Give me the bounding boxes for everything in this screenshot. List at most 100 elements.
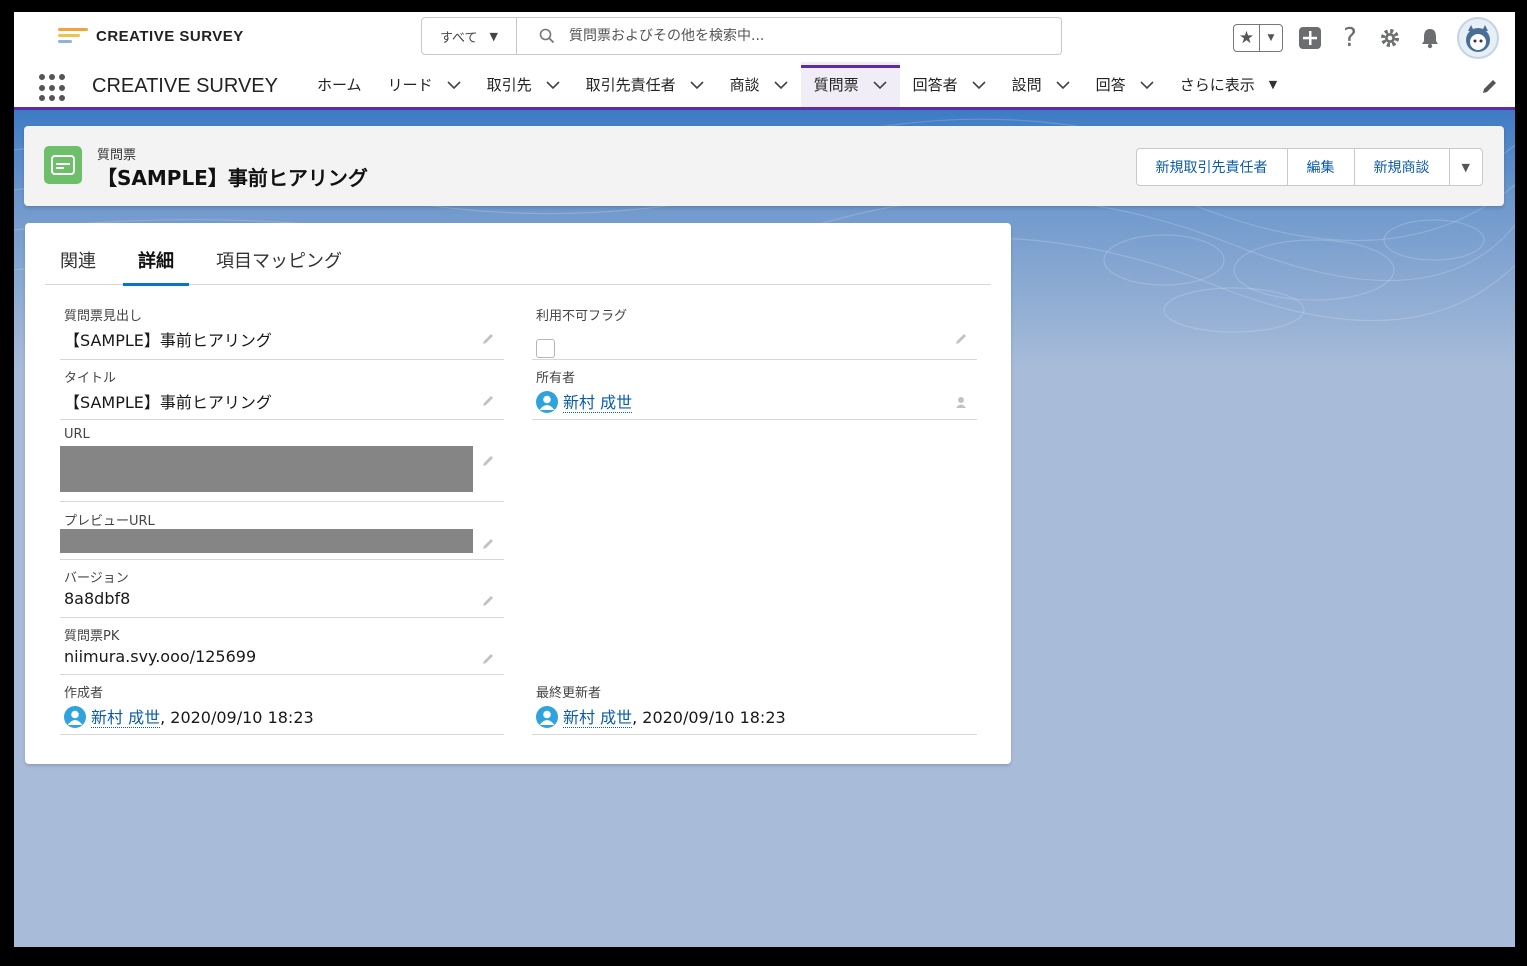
- pencil-icon[interactable]: [482, 651, 496, 665]
- field-value: niimura.svy.ooo/125699: [64, 647, 257, 666]
- chevron-down-icon[interactable]: [1140, 80, 1154, 90]
- nav-item-questions[interactable]: 設問: [999, 62, 1083, 107]
- unavailable-flag-checkbox[interactable]: [536, 339, 555, 358]
- help-icon[interactable]: ?: [1337, 23, 1363, 53]
- gear-icon[interactable]: [1377, 25, 1403, 51]
- logo-mark-icon: [58, 27, 88, 45]
- nav-more[interactable]: さらに表示 ▼: [1167, 62, 1290, 107]
- notification-bell-icon[interactable]: [1417, 25, 1443, 51]
- chevron-down-icon[interactable]: [774, 80, 788, 90]
- field-value: 新村 成世, 2020/09/10 18:23: [536, 704, 786, 728]
- field-value: 【SAMPLE】事前ヒアリング: [64, 331, 272, 350]
- nav-item-contacts[interactable]: 取引先責任者: [573, 62, 717, 107]
- global-header: CREATIVE SURVEY すべて ▼ ★ ▼ ?: [14, 12, 1515, 62]
- global-search: すべて ▼: [421, 17, 1062, 55]
- pencil-icon[interactable]: [482, 393, 496, 407]
- chevron-down-icon[interactable]: [1056, 80, 1070, 90]
- change-owner-icon[interactable]: [955, 395, 969, 409]
- app-name: CREATIVE SURVEY: [92, 75, 278, 97]
- nav-item-label: 質問票: [813, 76, 859, 94]
- field-label: 質問票PK: [64, 629, 120, 644]
- field-label: プレビューURL: [64, 514, 155, 529]
- search-scope-select[interactable]: すべて ▼: [422, 18, 517, 54]
- field-label: 作成者: [64, 686, 104, 701]
- nav-item-opportunities[interactable]: 商談: [717, 62, 801, 107]
- chevron-down-icon[interactable]: [447, 80, 461, 90]
- field-label: 所有者: [536, 371, 576, 386]
- caret-down-icon: ▼: [1268, 78, 1278, 91]
- user-avatar[interactable]: [1457, 17, 1499, 59]
- field-value: 新村 成世: [536, 389, 633, 413]
- app-navigation-bar: CREATIVE SURVEY ホーム リード 取引先 取引先責任者 商談 質問票 回答者 設…: [14, 62, 1515, 110]
- user-icon: [64, 706, 86, 728]
- field-value: 8a8dbf8: [64, 589, 131, 608]
- nav-item-accounts[interactable]: 取引先: [474, 62, 573, 107]
- pencil-icon[interactable]: [482, 331, 496, 345]
- nav-item-leads[interactable]: リード: [375, 62, 474, 107]
- field-value: 【SAMPLE】事前ヒアリング: [64, 393, 272, 412]
- record-detail-card: 関連 詳細 項目マッピング 質問票見出し 【SAMPLE】事前ヒアリング タイト…: [25, 223, 1011, 764]
- user-icon: [536, 391, 558, 413]
- chevron-down-icon[interactable]: [972, 80, 986, 90]
- search-scope-label: すべて: [439, 30, 478, 46]
- owner-user-link[interactable]: 新村 成世: [563, 393, 633, 413]
- field-label: バージョン: [64, 571, 129, 586]
- logo-text: CREATIVE SURVEY: [96, 27, 244, 45]
- created-by-user-link[interactable]: 新村 成世: [91, 708, 161, 728]
- field-survey-heading: 質問票見出し 【SAMPLE】事前ヒアリング: [60, 301, 504, 360]
- tab-details[interactable]: 詳細: [123, 223, 189, 286]
- field-label: タイトル: [64, 371, 117, 386]
- chevron-down-icon[interactable]: [546, 80, 560, 90]
- tab-related[interactable]: 関連: [45, 223, 111, 285]
- record-tabs: 関連 詳細 項目マッピング: [45, 223, 991, 286]
- edit-nav-pencil-icon[interactable]: [1481, 77, 1499, 95]
- field-last-modified-by: 最終更新者 新村 成世, 2020/09/10 18:23: [532, 678, 977, 735]
- chevron-down-icon[interactable]: [690, 80, 704, 90]
- new-opportunity-button[interactable]: 新規商談: [1354, 149, 1450, 185]
- nav-item-label: 回答: [1095, 76, 1126, 94]
- field-created-by: 作成者 新村 成世, 2020/09/10 18:23: [60, 678, 504, 735]
- app-launcher-icon[interactable]: [39, 74, 67, 102]
- star-icon: ★: [1234, 25, 1260, 51]
- pencil-icon[interactable]: [482, 593, 496, 607]
- record-header: 質問票 【SAMPLE】事前ヒアリング 新規取引先責任者 編集 新規商談 ▼: [24, 126, 1504, 206]
- new-contact-button[interactable]: 新規取引先責任者: [1136, 149, 1288, 185]
- record-title: 【SAMPLE】事前ヒアリング: [97, 166, 368, 190]
- nav-item-answers[interactable]: 回答: [1083, 62, 1167, 107]
- field-title: タイトル 【SAMPLE】事前ヒアリング: [60, 363, 504, 420]
- more-actions-dropdown-icon[interactable]: ▼: [1449, 149, 1482, 185]
- search-input[interactable]: [569, 28, 1009, 44]
- field-value: 新村 成世, 2020/09/10 18:23: [64, 704, 314, 728]
- favorites-menu-icon[interactable]: ▼: [1260, 25, 1282, 51]
- pencil-icon[interactable]: [955, 331, 969, 345]
- field-version: バージョン 8a8dbf8: [60, 563, 504, 618]
- nav-item-label: 設問: [1011, 76, 1042, 94]
- created-date: , 2020/09/10 18:23: [160, 708, 314, 727]
- redacted-url-value: [60, 446, 473, 492]
- field-survey-pk: 質問票PK niimura.svy.ooo/125699: [60, 621, 504, 675]
- pencil-icon[interactable]: [482, 453, 496, 467]
- nav-item-home[interactable]: ホーム: [304, 62, 375, 107]
- pencil-icon[interactable]: [482, 536, 496, 550]
- field-label: 利用不可フラグ: [536, 309, 628, 324]
- field-unavailable-flag: 利用不可フラグ: [532, 301, 977, 360]
- nav-item-surveys[interactable]: 質問票: [800, 62, 900, 107]
- chevron-down-icon[interactable]: [873, 80, 887, 90]
- search-icon: [539, 28, 555, 44]
- global-actions-icon[interactable]: [1297, 25, 1323, 51]
- caret-down-icon: ▼: [489, 29, 499, 43]
- field-preview-url: プレビューURL: [60, 506, 504, 560]
- favorites-button[interactable]: ★ ▼: [1233, 24, 1283, 52]
- user-icon: [536, 706, 558, 728]
- logo[interactable]: CREATIVE SURVEY: [58, 27, 244, 45]
- field-label: URL: [64, 427, 90, 442]
- field-url: URL: [60, 423, 504, 502]
- tab-field-mapping[interactable]: 項目マッピング: [201, 223, 357, 285]
- header-utility-icons: ★ ▼ ?: [1233, 17, 1499, 59]
- nav-item-label: 回答者: [912, 76, 958, 94]
- nav-item-respondents[interactable]: 回答者: [900, 62, 999, 107]
- last-modified-user-link[interactable]: 新村 成世: [563, 708, 633, 728]
- last-modified-date: , 2020/09/10 18:23: [632, 708, 786, 727]
- edit-button[interactable]: 編集: [1287, 149, 1355, 185]
- redacted-preview-url-value: [60, 529, 473, 553]
